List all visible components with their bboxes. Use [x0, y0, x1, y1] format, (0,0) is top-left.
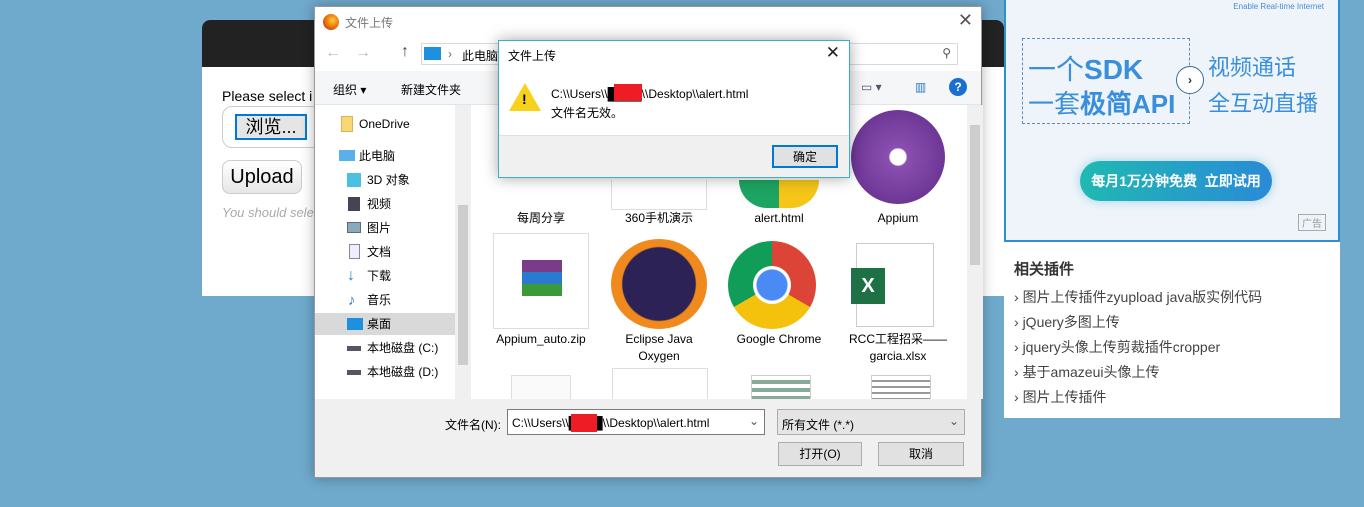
- eclipse-icon: [611, 239, 707, 329]
- ad-text: 极简API: [1080, 89, 1176, 119]
- ad-text: 视频通话: [1208, 55, 1297, 80]
- nav-music[interactable]: ♪ 音乐: [315, 289, 455, 311]
- related-title: 相关插件: [1014, 261, 1075, 278]
- firefox-icon: [323, 14, 339, 30]
- file-icon: [612, 368, 708, 399]
- nav-pane: OneDrive 此电脑 3D 对象 视频 图片 文档 ↓ 下载 ♪ 音乐 桌面 本…: [315, 105, 471, 399]
- file-icon: [511, 375, 571, 399]
- excel-icon: X: [851, 243, 934, 327]
- chrome-icon: [728, 241, 816, 329]
- close-icon[interactable]: ✕: [958, 10, 973, 31]
- file-item[interactable]: RCC工程招采——garcia.xlsx: [843, 331, 953, 365]
- error-alert: 文件上传 ✕ ! C:\\Users\\████\\Desktop\\alert…: [498, 40, 850, 178]
- nav-scrollbar[interactable]: [455, 105, 471, 399]
- nav-drive-d[interactable]: 本地磁盘 (D:): [315, 361, 455, 383]
- file-item[interactable]: Appium_auto.zip: [486, 331, 596, 348]
- file-item[interactable]: 360手机演示: [604, 180, 714, 227]
- back-icon[interactable]: ←: [325, 44, 341, 62]
- related-link[interactable]: › jQuery多图上传: [1014, 310, 1330, 335]
- filename-input[interactable]: C:\\Users\\████\\Desktop\\alert.html ⌄: [507, 409, 765, 435]
- preview-pane-icon[interactable]: ▥: [915, 80, 926, 94]
- related-link[interactable]: › 图片上传插件: [1014, 385, 1330, 410]
- up-icon[interactable]: ↑: [401, 43, 409, 61]
- appium-icon: [851, 110, 945, 204]
- ad-cta-button[interactable]: 每月1万分钟免费 立即试用: [1080, 161, 1272, 201]
- related-plugins: 相关插件 › 图片上传插件zyupload java版实例代码 › jQuery…: [1004, 242, 1340, 418]
- alert-footer: 确定: [499, 135, 849, 177]
- organize-menu[interactable]: 组织 ▾: [333, 81, 366, 98]
- forward-icon[interactable]: →: [355, 44, 371, 62]
- redaction: [571, 414, 597, 432]
- file-scrollbar[interactable]: [967, 105, 983, 399]
- redaction: [614, 84, 642, 101]
- browse-button[interactable]: 浏览...: [235, 114, 307, 140]
- new-folder-button[interactable]: 新建文件夹: [401, 81, 461, 98]
- file-type-select[interactable]: 所有文件 (*.*) ⌄: [777, 409, 965, 435]
- spreadsheet-icon: [751, 375, 811, 399]
- ok-button[interactable]: 确定: [772, 145, 838, 168]
- view-icon[interactable]: ▭ ▾: [861, 80, 882, 94]
- chevron-right-icon: ›: [1176, 66, 1204, 94]
- help-icon[interactable]: ?: [949, 78, 967, 96]
- dialog-title: 文件上传: [345, 16, 394, 30]
- nav-documents[interactable]: 文档: [315, 241, 455, 263]
- alert-message: 文件名无效。: [551, 106, 624, 120]
- file-item[interactable]: Appium: [843, 110, 953, 227]
- ad-text: 全互动直播: [1208, 91, 1319, 116]
- nav-downloads[interactable]: ↓ 下载: [315, 265, 455, 287]
- open-button[interactable]: 打开(O): [778, 442, 862, 466]
- nav-drive-c[interactable]: 本地磁盘 (C:): [315, 337, 455, 359]
- search-icon[interactable]: ⚲: [942, 46, 951, 60]
- ad-banner[interactable]: Enable Real-time Internet 一个SDK 一套极简API …: [1004, 0, 1340, 242]
- nav-3d-objects[interactable]: 3D 对象: [315, 169, 455, 191]
- computer-icon: [424, 47, 441, 60]
- hint-text: You should sele: [222, 205, 314, 220]
- zip-icon: [493, 233, 589, 329]
- dialog-footer: 文件名(N): C:\\Users\\████\\Desktop\\alert.…: [315, 399, 981, 477]
- nav-this-pc[interactable]: 此电脑: [315, 145, 455, 167]
- related-link[interactable]: › 基于amazeui头像上传: [1014, 360, 1330, 385]
- file-item[interactable]: Google Chrome: [724, 331, 834, 348]
- nav-onedrive[interactable]: OneDrive: [315, 113, 455, 135]
- ad-text: 一套: [1028, 89, 1081, 119]
- prompt-label: Please select i: [222, 88, 313, 104]
- nav-desktop[interactable]: 桌面: [315, 313, 455, 335]
- file-item[interactable]: Eclipse Java Oxygen: [604, 331, 714, 365]
- file-item[interactable]: 每周分享: [486, 210, 596, 227]
- alert-title: 文件上传: [508, 49, 557, 63]
- ad-tagline: Enable Real-time Internet: [1233, 2, 1324, 11]
- nav-videos[interactable]: 视频: [315, 193, 455, 215]
- breadcrumb[interactable]: 此电脑: [462, 47, 498, 64]
- nav-pictures[interactable]: 图片: [315, 217, 455, 239]
- warning-icon-mark: !: [522, 91, 527, 107]
- ad-text: 一个: [1028, 54, 1085, 85]
- upload-button[interactable]: Upload: [222, 160, 302, 194]
- related-link[interactable]: › 图片上传插件zyupload java版实例代码: [1014, 285, 1330, 310]
- alert-path: C:\\Users\\████\\Desktop\\alert.html: [551, 87, 749, 101]
- filename-label: 文件名(N):: [445, 418, 501, 432]
- close-icon[interactable]: ✕: [826, 43, 840, 63]
- ad-badge: 广告: [1298, 214, 1326, 231]
- document-icon: [871, 375, 931, 399]
- ad-text: SDK: [1084, 54, 1144, 85]
- file-item[interactable]: alert.html: [724, 180, 834, 227]
- related-link[interactable]: › jquery头像上传剪裁插件cropper: [1014, 335, 1330, 360]
- cancel-button[interactable]: 取消: [878, 442, 964, 466]
